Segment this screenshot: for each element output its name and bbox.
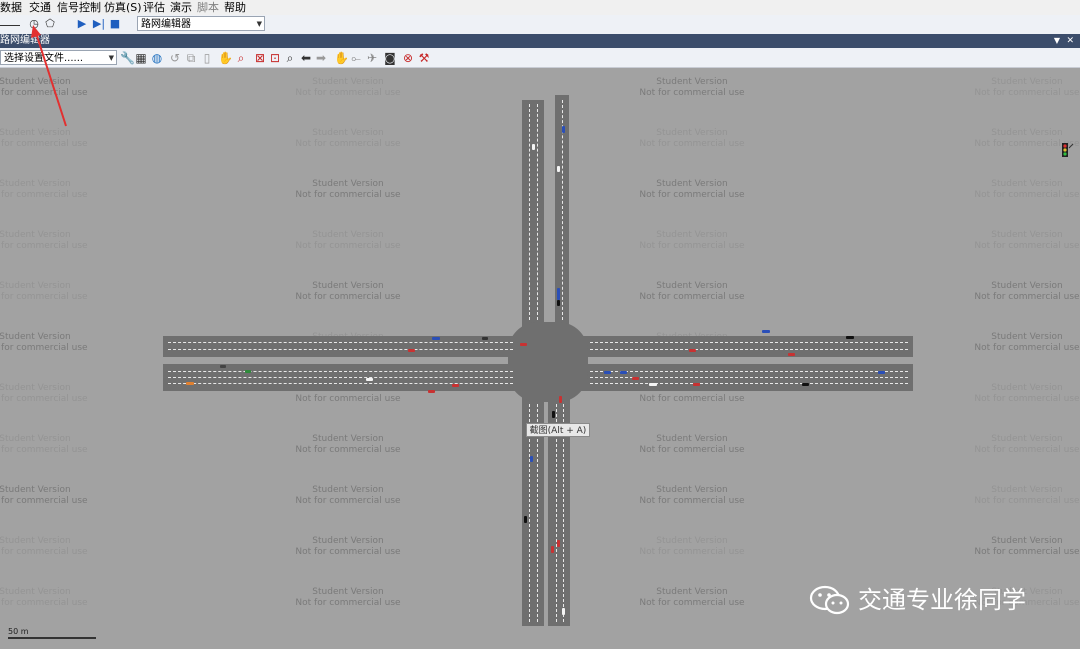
scale-label: 50 m — [8, 627, 29, 636]
annotation-arrow — [31, 25, 67, 127]
scale-bar — [8, 637, 96, 639]
wechat-icon — [809, 585, 850, 615]
wechat-watermark: 交通专业徐同学 — [808, 583, 1048, 617]
wechat-account-name: 交通专业徐同学 — [858, 586, 1026, 614]
